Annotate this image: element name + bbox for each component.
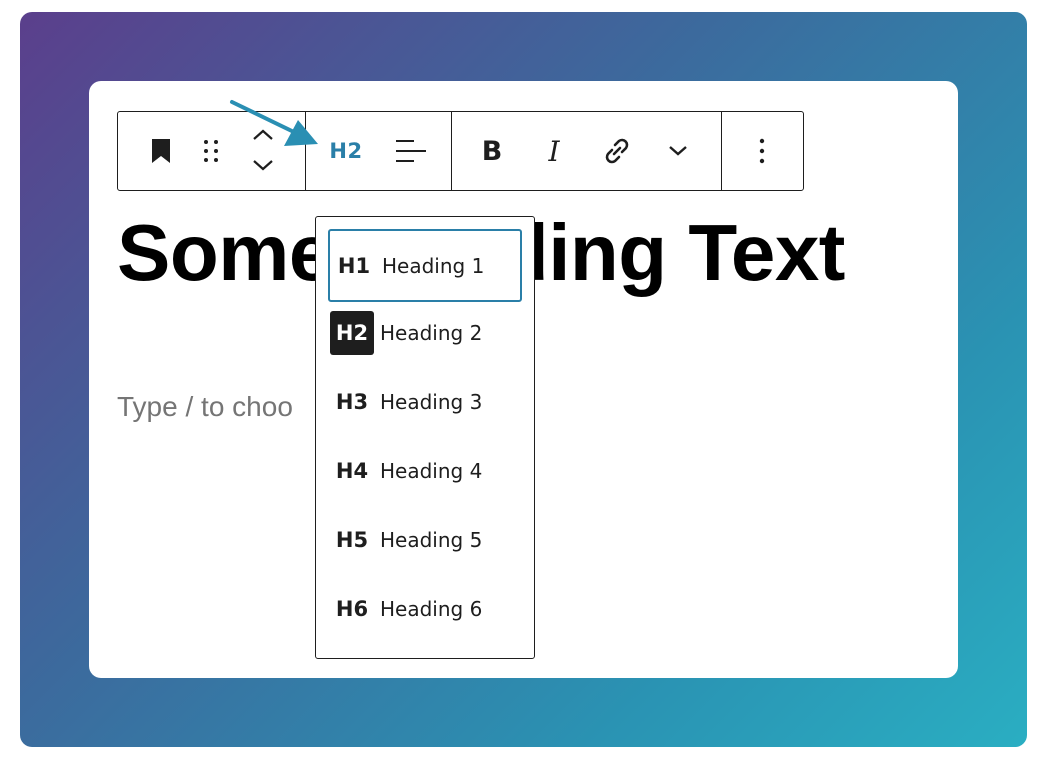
heading-4-label: Heading 4 bbox=[380, 458, 483, 483]
heading-1-label: Heading 1 bbox=[382, 253, 485, 278]
editor-canvas: H2 B I Some Text Type / to choo H1 Headi… bbox=[89, 81, 958, 678]
link-button[interactable] bbox=[576, 112, 658, 190]
heading-6-badge: H6 bbox=[335, 596, 369, 621]
block-toolbar: H2 B I bbox=[117, 111, 804, 191]
heading-1-badge: H1 bbox=[337, 253, 371, 278]
bookmark-icon bbox=[152, 139, 170, 163]
chevron-down-icon bbox=[669, 146, 687, 156]
heading-level-button[interactable]: H2 bbox=[306, 112, 386, 190]
menu-item-heading-1[interactable]: H1 Heading 1 bbox=[328, 229, 522, 302]
bold-label: B bbox=[481, 135, 503, 167]
heading-2-label: Heading 2 bbox=[380, 320, 483, 345]
heading-2-badge: H2 bbox=[330, 310, 374, 355]
toolbar-group-options bbox=[722, 112, 802, 190]
heading-5-label: Heading 5 bbox=[380, 527, 483, 552]
toolbar-group-format: B I bbox=[452, 112, 722, 190]
menu-item-heading-5[interactable]: H5 Heading 5 bbox=[328, 505, 522, 574]
link-icon bbox=[605, 138, 629, 164]
toolbar-group-heading: H2 bbox=[306, 112, 452, 190]
gradient-background: H2 B I Some Text Type / to choo H1 Headi… bbox=[20, 12, 1027, 747]
options-button[interactable] bbox=[722, 112, 802, 190]
move-block-button[interactable] bbox=[236, 112, 290, 190]
heading-6-label: Heading 6 bbox=[380, 596, 483, 621]
toolbar-group-block bbox=[118, 112, 306, 190]
bold-button[interactable]: B bbox=[452, 112, 532, 190]
block-type-button[interactable] bbox=[136, 112, 186, 190]
heading-3-label: Heading 3 bbox=[380, 389, 483, 414]
italic-button[interactable]: I bbox=[532, 112, 576, 190]
heading-3-badge: H3 bbox=[335, 389, 369, 414]
menu-item-heading-2[interactable]: H2 Heading 2 bbox=[328, 298, 522, 367]
more-vertical-icon bbox=[759, 138, 765, 164]
heading-5-badge: H5 bbox=[335, 527, 369, 552]
heading-level-menu: H1 Heading 1 H2 Heading 2 H3 Heading 3 H… bbox=[315, 216, 535, 659]
align-left-icon bbox=[396, 140, 426, 162]
move-up-down-icon bbox=[253, 129, 273, 171]
heading-level-label: H2 bbox=[329, 139, 363, 163]
menu-item-heading-4[interactable]: H4 Heading 4 bbox=[328, 436, 522, 505]
paragraph-placeholder[interactable]: Type / to choo bbox=[117, 391, 293, 423]
menu-item-heading-3[interactable]: H3 Heading 3 bbox=[328, 367, 522, 436]
menu-item-heading-6[interactable]: H6 Heading 6 bbox=[328, 574, 522, 643]
drag-handle-button[interactable] bbox=[186, 112, 236, 190]
align-button[interactable] bbox=[386, 112, 436, 190]
heading-4-badge: H4 bbox=[335, 458, 369, 483]
more-formats-button[interactable] bbox=[658, 112, 698, 190]
drag-handle-icon bbox=[204, 140, 218, 162]
italic-label: I bbox=[548, 134, 560, 168]
